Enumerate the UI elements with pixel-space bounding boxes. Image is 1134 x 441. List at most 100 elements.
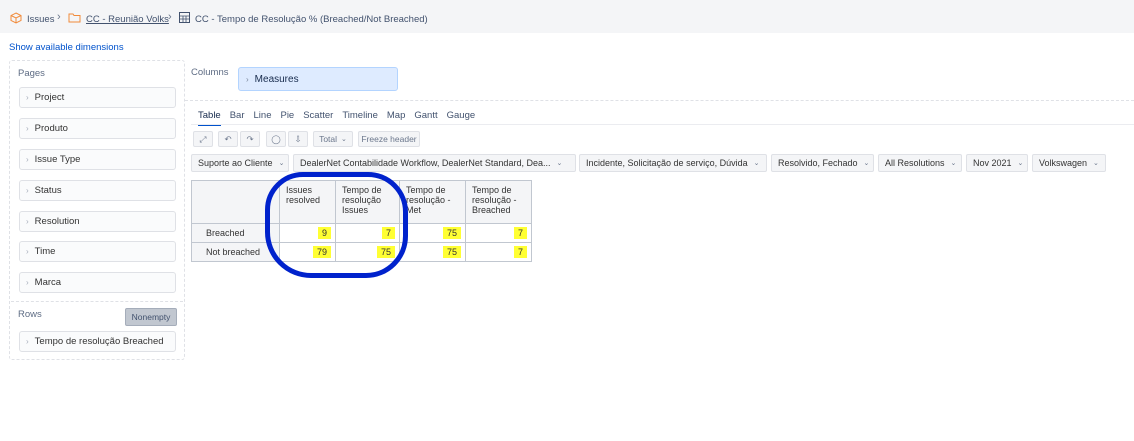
show-dimensions-link[interactable]: Show available dimensions xyxy=(9,42,124,53)
filter-resolution[interactable]: All Resolutions ⌄ xyxy=(878,154,962,172)
chevron-down-icon: ⌄ xyxy=(950,160,957,167)
column-dimension-measures[interactable]: › Measures xyxy=(238,67,398,91)
breadcrumb-report-label[interactable]: CC - Reunião Volks xyxy=(86,14,169,25)
chevron-right-icon: › xyxy=(26,217,29,226)
dimension-label: Produto xyxy=(34,123,68,134)
total-dropdown[interactable]: Total ⌄ xyxy=(313,131,353,147)
table-corner-cell xyxy=(191,180,280,224)
filter-label: Volkswagen xyxy=(1039,158,1088,168)
table-cell[interactable]: 75 xyxy=(399,242,466,262)
row-header[interactable]: Not breached xyxy=(191,242,280,262)
page-dimension-marca[interactable]: › Marca xyxy=(19,272,176,293)
cell-value: 7 xyxy=(513,246,527,258)
filter-produto[interactable]: DealerNet Contabilidade Workflow, Dealer… xyxy=(293,154,576,172)
breadcrumb-separator-icon: › xyxy=(57,11,61,23)
filter-issue-type[interactable]: Incidente, Solicitação de serviço, Dúvid… xyxy=(579,154,767,172)
chevron-down-icon: ⌄ xyxy=(1017,160,1024,167)
chevron-down-icon: ⌄ xyxy=(863,160,870,167)
cell-value: 75 xyxy=(376,246,395,258)
filter-label: Nov 2021 xyxy=(973,158,1012,168)
columns-label: Columns xyxy=(191,67,229,78)
chevron-right-icon: › xyxy=(26,247,29,256)
issues-icon xyxy=(10,12,22,27)
filter-project[interactable]: Suporte ao Cliente ⌄ xyxy=(191,154,289,172)
dimension-label: Resolution xyxy=(34,216,80,227)
rows-label: Rows xyxy=(18,309,42,320)
folder-icon xyxy=(68,12,81,26)
chevron-right-icon: › xyxy=(26,155,29,164)
cell-value: 7 xyxy=(513,227,527,239)
table-cell[interactable]: 75 xyxy=(335,242,400,262)
dimension-label: Issue Type xyxy=(34,154,81,165)
breadcrumb-issues-label: Issues xyxy=(27,14,55,25)
row-header[interactable]: Breached xyxy=(191,223,280,243)
table-cell[interactable]: 7 xyxy=(465,223,532,243)
dimension-label: Status xyxy=(34,185,62,196)
download-icon: ⇩ xyxy=(294,133,302,144)
page-dimension-time[interactable]: › Time xyxy=(19,241,176,262)
redo-icon: ↷ xyxy=(246,133,254,144)
breadcrumb-current: CC - Tempo de Resolução % (Breached/Not … xyxy=(179,12,428,26)
column-header[interactable]: Tempo de resolução - Met xyxy=(399,180,466,224)
filter-time[interactable]: Nov 2021 ⌄ xyxy=(966,154,1028,172)
chevron-right-icon: › xyxy=(246,74,249,84)
divider xyxy=(185,100,1134,101)
page-dimension-produto[interactable]: › Produto xyxy=(19,118,176,139)
breadcrumb-separator-icon: › xyxy=(168,11,172,23)
comment-button[interactable]: ◯ xyxy=(266,131,286,147)
undo-button[interactable]: ↶ xyxy=(218,131,238,147)
undo-icon: ↶ xyxy=(224,133,232,144)
table-row: Breached 9 7 75 7 xyxy=(191,223,532,243)
page-dimension-issue-type[interactable]: › Issue Type xyxy=(19,149,176,170)
chevron-right-icon: › xyxy=(26,93,29,102)
cell-value: 75 xyxy=(442,227,461,239)
expand-button[interactable]: ⤢ xyxy=(193,131,213,147)
redo-button[interactable]: ↷ xyxy=(240,131,260,147)
filter-label: Suporte ao Cliente xyxy=(198,158,273,168)
divider xyxy=(191,124,1134,125)
filter-label: All Resolutions xyxy=(885,158,945,168)
divider xyxy=(11,301,183,302)
nonempty-button[interactable]: Nonempty xyxy=(125,308,177,326)
total-label: Total xyxy=(319,134,338,144)
breadcrumb-issues[interactable]: Issues xyxy=(10,12,54,27)
freeze-header-label: Freeze header xyxy=(361,134,417,144)
row-dimension-tempo-breached[interactable]: › Tempo de resolução Breached xyxy=(19,331,176,352)
table-cell[interactable]: 75 xyxy=(399,223,466,243)
page-dimension-status[interactable]: › Status xyxy=(19,180,176,201)
table-cell[interactable]: 9 xyxy=(279,223,336,243)
download-button[interactable]: ⇩ xyxy=(288,131,308,147)
filter-marca[interactable]: Volkswagen ⌄ xyxy=(1032,154,1106,172)
dimension-label: Measures xyxy=(254,73,299,85)
breadcrumb-current-label: CC - Tempo de Resolução % (Breached/Not … xyxy=(195,13,428,25)
dimensions-panel: Pages › Project › Produto › Issue Type › Sta… xyxy=(9,60,185,360)
pages-label: Pages xyxy=(18,68,45,79)
table-cell[interactable]: 79 xyxy=(279,242,336,262)
breadcrumb-bar: Issues › CC - Reunião Volks › CC - Tempo… xyxy=(0,0,1134,33)
table-header-row: Issues resolved Tempo de resolução Issue… xyxy=(191,180,532,224)
freeze-header-button[interactable]: Freeze header xyxy=(358,131,420,147)
filter-status[interactable]: Resolvido, Fechado ⌄ xyxy=(771,154,874,172)
report-table: Issues resolved Tempo de resolução Issue… xyxy=(191,180,532,262)
column-header[interactable]: Issues resolved xyxy=(279,180,336,224)
page-dimension-project[interactable]: › Project xyxy=(19,87,176,108)
column-header[interactable]: Tempo de resolução - Breached xyxy=(465,180,532,224)
chevron-down-icon: ⌄ xyxy=(278,160,285,167)
page-dimension-resolution[interactable]: › Resolution xyxy=(19,211,176,232)
comment-icon: ◯ xyxy=(271,133,281,144)
chevron-down-icon: ⌄ xyxy=(1093,160,1099,167)
cell-value: 9 xyxy=(317,227,331,239)
dimension-label: Project xyxy=(34,92,65,103)
chevron-down-icon: ⌄ xyxy=(341,136,347,143)
chevron-down-icon: ⌄ xyxy=(556,160,563,167)
dimension-label: Time xyxy=(34,246,56,257)
filter-label: Resolvido, Fechado xyxy=(778,158,858,168)
chevron-right-icon: › xyxy=(26,186,29,195)
filter-label: Incidente, Solicitação de serviço, Dúvid… xyxy=(586,158,748,168)
chevron-right-icon: › xyxy=(26,337,29,346)
table-cell[interactable]: 7 xyxy=(335,223,400,243)
column-header[interactable]: Tempo de resolução Issues xyxy=(335,180,400,224)
cell-value: 75 xyxy=(442,246,461,258)
breadcrumb-report[interactable]: CC - Reunião Volks xyxy=(68,12,169,26)
table-cell[interactable]: 7 xyxy=(465,242,532,262)
